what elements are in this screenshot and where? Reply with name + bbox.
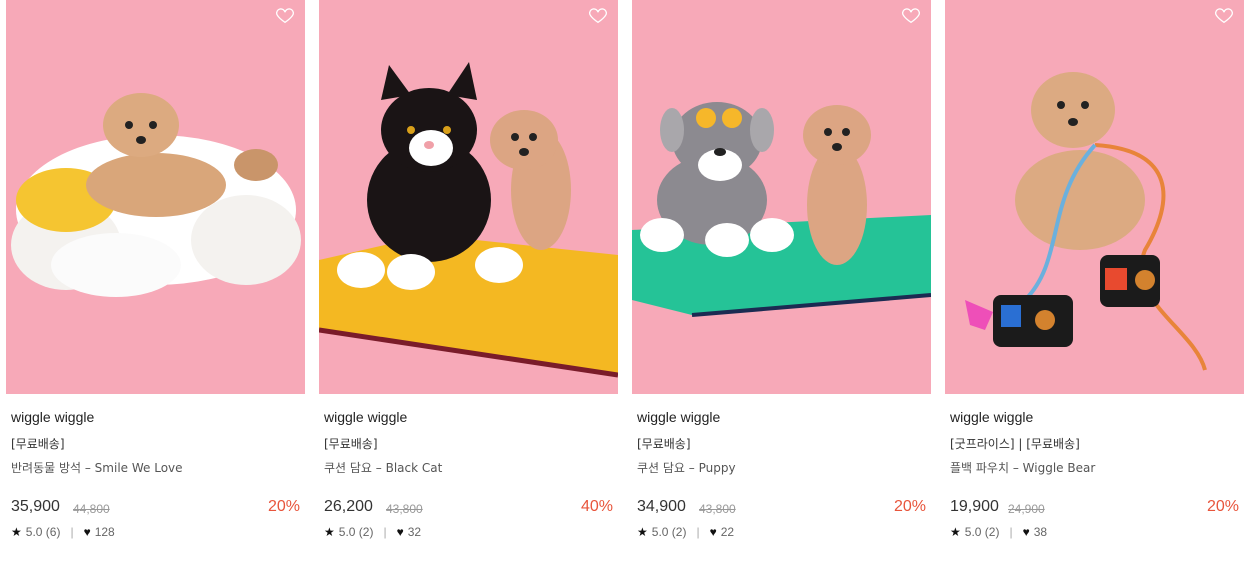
heart-icon[interactable] [900, 4, 922, 26]
product-image[interactable] [945, 0, 1244, 394]
product-image[interactable] [6, 0, 305, 394]
product-name[interactable]: 쿠션 담요 – Black Cat [324, 459, 442, 476]
heart-icon[interactable] [1213, 4, 1235, 26]
star-icon: ★ [324, 525, 335, 539]
shipping-tag: [굿프라이스] | [무료배송] [950, 437, 1080, 451]
sale-price: 26,200 [324, 498, 373, 515]
divider: | [70, 525, 74, 539]
product-card[interactable]: wiggle wiggle [굿프라이스] | [무료배송] 플백 파우치 – … [945, 0, 1244, 563]
product-image[interactable] [632, 0, 931, 394]
like-count: 38 [1033, 525, 1048, 539]
brand-name[interactable]: wiggle wiggle [637, 409, 720, 425]
heart-filled-icon: ♥ [396, 525, 404, 539]
sale-price: 35,900 [11, 498, 60, 515]
divider: | [383, 525, 387, 539]
star-icon: ★ [11, 525, 22, 539]
divider: | [1009, 525, 1013, 539]
like-count: 32 [407, 525, 422, 539]
product-card[interactable]: wiggle wiggle [무료배송] 쿠션 담요 – Puppy 34,90… [632, 0, 931, 563]
sale-price: 19,900 [950, 498, 999, 515]
shipping-tag: [무료배송] [324, 437, 378, 451]
original-price: 43,800 [386, 502, 423, 516]
original-price: 44,800 [73, 502, 110, 516]
discount-rate: 20% [893, 498, 926, 515]
product-meta: ★ 5.0 (2) | ♥ 32 [324, 525, 421, 539]
product-meta: ★ 5.0 (6) | ♥ 128 [11, 525, 115, 539]
product-card[interactable]: wiggle wiggle [무료배송] 쿠션 담요 – Black Cat 2… [319, 0, 618, 563]
discount-rate: 20% [1206, 498, 1239, 515]
rating-text: 5.0 (2) [964, 525, 1000, 539]
original-price: 43,800 [699, 502, 736, 516]
original-price: 24,900 [1008, 502, 1045, 516]
star-icon: ★ [637, 525, 648, 539]
rating-text: 5.0 (2) [651, 525, 687, 539]
like-count: 128 [94, 525, 115, 539]
product-name[interactable]: 쿠션 담요 – Puppy [637, 459, 736, 476]
brand-name[interactable]: wiggle wiggle [11, 409, 94, 425]
brand-name[interactable]: wiggle wiggle [950, 409, 1033, 425]
shipping-tag: [무료배송] [11, 437, 65, 451]
star-icon: ★ [950, 525, 961, 539]
discount-rate: 20% [267, 498, 300, 515]
product-name[interactable]: 반려동물 방석 – Smile We Love [11, 459, 183, 476]
shipping-tag: [무료배송] [637, 437, 691, 451]
product-name[interactable]: 플백 파우치 – Wiggle Bear [950, 459, 1095, 476]
product-meta: ★ 5.0 (2) | ♥ 22 [637, 525, 734, 539]
sale-price: 34,900 [637, 498, 686, 515]
heart-filled-icon: ♥ [1022, 525, 1030, 539]
rating-text: 5.0 (6) [25, 525, 61, 539]
rating-text: 5.0 (2) [338, 525, 374, 539]
brand-name[interactable]: wiggle wiggle [324, 409, 407, 425]
heart-filled-icon: ♥ [83, 525, 91, 539]
heart-icon[interactable] [274, 4, 296, 26]
discount-rate: 40% [580, 498, 613, 515]
product-meta: ★ 5.0 (2) | ♥ 38 [950, 525, 1047, 539]
like-count: 22 [720, 525, 735, 539]
product-card[interactable]: wiggle wiggle [무료배송] 반려동물 방석 – Smile We … [6, 0, 305, 563]
divider: | [696, 525, 700, 539]
heart-icon[interactable] [587, 4, 609, 26]
product-grid: wiggle wiggle [무료배송] 반려동물 방석 – Smile We … [6, 0, 1244, 563]
product-image[interactable] [319, 0, 618, 394]
heart-filled-icon: ♥ [709, 525, 717, 539]
